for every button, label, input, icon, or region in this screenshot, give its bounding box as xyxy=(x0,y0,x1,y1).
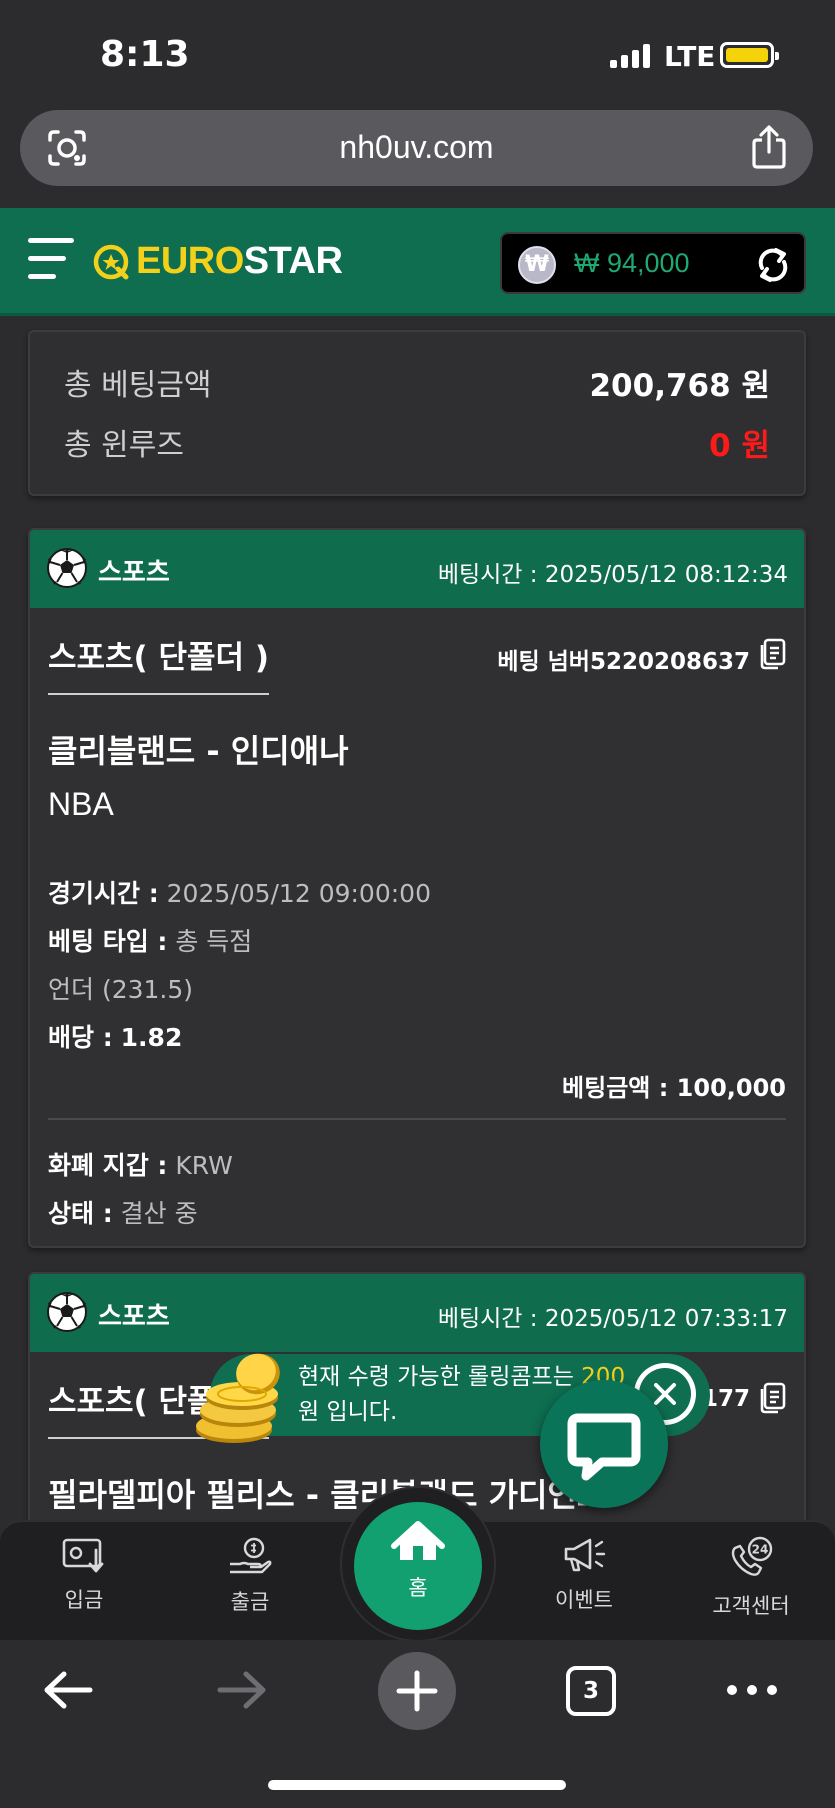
wallet-row: 화폐 지갑 : KRW xyxy=(48,1146,233,1182)
bet-summary-panel: 총 베팅금액 200,768 원 총 윈루즈 0 원 xyxy=(28,330,806,496)
match-title: 클리블랜드 - 인디애나 xyxy=(48,732,349,770)
match-title: 필라델피아 필리스 - 클리블랜드 가디언즈 xyxy=(48,1476,607,1514)
url-text[interactable]: nh0uv.com xyxy=(20,129,813,166)
total-bet-row: 총 베팅금액 200,768 원 xyxy=(64,360,770,404)
nav-withdraw-label: 출금 xyxy=(230,1590,270,1614)
status-label: 상태 : xyxy=(48,1199,113,1228)
bet-time: 베팅시간 : 2025/05/12 08:12:34 xyxy=(437,562,788,588)
deposit-icon xyxy=(62,1538,104,1573)
wallet-label: 화폐 지갑 : xyxy=(48,1151,168,1180)
soccer-ball-icon xyxy=(47,1292,87,1332)
bet-card-header: 스포츠 베팅시간 : 2025/05/12 08:12:34 xyxy=(30,530,804,608)
bet-number: 베팅 넘버5220208637 xyxy=(497,649,750,675)
status-row: 상태 : 결산 중 xyxy=(48,1194,198,1230)
odds-row: 배당 : 1.82 xyxy=(48,1018,182,1054)
site-logo[interactable]: EURO STAR xyxy=(92,240,343,283)
bet-card[interactable]: 스포츠 베팅시간 : 2025/05/12 08:12:34 스포츠( 단폴더 … xyxy=(28,528,806,1248)
megaphone-icon xyxy=(564,1538,606,1572)
nav-home-button[interactable]: 홈 xyxy=(354,1502,482,1630)
game-time-row: 경기시간 : 2025/05/12 09:00:00 xyxy=(48,874,431,910)
odds-value: 1.82 xyxy=(120,1023,183,1052)
game-time-label: 경기시간 : xyxy=(48,879,159,908)
nav-deposit-label: 입금 xyxy=(64,1588,104,1612)
network-type: LTE xyxy=(664,40,716,73)
home-icon xyxy=(391,1521,445,1560)
forward-arrow-icon[interactable] xyxy=(216,1668,268,1712)
game-time-value: 2025/05/12 09:00:00 xyxy=(166,879,431,908)
nav-support-label: 고객센터 xyxy=(712,1594,790,1618)
toast-text-before: 현재 수령 가능한 롤링콤프는 xyxy=(298,1364,582,1390)
bet-category: 스포츠 xyxy=(98,558,170,588)
nav-deposit[interactable]: 입금 xyxy=(14,1536,154,1614)
bet-time: 베팅시간 : 2025/05/12 07:33:17 xyxy=(437,1306,788,1332)
nav-withdraw[interactable]: 출금 xyxy=(180,1536,320,1616)
plus-icon xyxy=(396,1670,438,1712)
nav-home-label: 홈 xyxy=(408,1576,428,1600)
home-indicator xyxy=(268,1780,566,1790)
battery-icon xyxy=(720,42,779,68)
status-value: 결산 중 xyxy=(120,1199,198,1228)
share-icon[interactable] xyxy=(749,124,789,170)
menu-icon[interactable] xyxy=(28,238,74,280)
wallet-value: KRW xyxy=(175,1151,233,1180)
bet-kind-label: 베팅 타입 : xyxy=(48,927,168,956)
divider xyxy=(48,1118,786,1120)
total-winloss-label: 총 윈루즈 xyxy=(64,428,184,463)
soccer-ball-icon xyxy=(47,548,87,588)
nav-event-label: 이벤트 xyxy=(555,1588,613,1612)
support-24-icon: 24 xyxy=(731,1536,773,1576)
chat-icon xyxy=(567,1413,641,1481)
back-arrow-icon[interactable] xyxy=(42,1668,94,1712)
logo-mark-icon xyxy=(93,244,129,279)
support-badge: 24 xyxy=(752,1543,769,1557)
site-header: EURO STAR ₩ ₩ 94,000 xyxy=(0,208,835,316)
odds-label: 배당 : xyxy=(48,1023,113,1052)
won-coin-icon: ₩ xyxy=(518,246,556,284)
selection-value: 언더 (231.5) xyxy=(48,975,194,1004)
copy-icon[interactable] xyxy=(758,638,786,670)
total-winloss-row: 총 윈루즈 0 원 xyxy=(64,420,770,464)
league-name: NBA xyxy=(48,786,114,822)
total-bet-value: 200,768 원 xyxy=(589,368,770,404)
bet-type-title: 스포츠( 단폴더 ) xyxy=(48,632,270,695)
refresh-icon[interactable] xyxy=(754,246,792,284)
bet-category: 스포츠 xyxy=(98,1302,170,1332)
nav-support[interactable]: 24 고객센터 xyxy=(681,1536,821,1620)
total-winloss-value: 0 원 xyxy=(709,428,770,464)
nav-event[interactable]: 이벤트 xyxy=(514,1536,654,1614)
bet-card-header: 스포츠 베팅시간 : 2025/05/12 07:33:17 xyxy=(30,1274,804,1352)
new-tab-button[interactable] xyxy=(378,1652,456,1730)
live-chat-button[interactable] xyxy=(540,1380,668,1508)
bet-kind-value: 총 득점 xyxy=(175,927,253,956)
status-bar: 8:13 LTE xyxy=(0,0,835,110)
gold-coins-icon xyxy=(196,1353,280,1443)
logo-text-euro: EURO xyxy=(136,240,244,282)
selection-row: 언더 (231.5) xyxy=(48,970,193,1006)
tabs-button[interactable]: 3 xyxy=(566,1666,616,1716)
copy-icon[interactable] xyxy=(758,1382,786,1414)
logo-text-star: STAR xyxy=(243,240,343,282)
signal-icon xyxy=(610,44,650,68)
wallet-balance-box[interactable]: ₩ ₩ 94,000 xyxy=(500,232,806,294)
bet-amount: 베팅금액 : 100,000 xyxy=(562,1074,786,1102)
toast-text-after: 원 입니다. xyxy=(298,1399,398,1425)
more-options-icon[interactable] xyxy=(726,1684,778,1696)
balance-amount: ₩ 94,000 xyxy=(574,248,690,278)
status-time: 8:13 xyxy=(100,34,190,75)
total-bet-label: 총 베팅금액 xyxy=(64,368,212,403)
address-bar[interactable]: nh0uv.com xyxy=(20,110,813,186)
withdraw-icon xyxy=(230,1537,272,1574)
bet-kind-row: 베팅 타입 : 총 득점 xyxy=(48,922,252,958)
